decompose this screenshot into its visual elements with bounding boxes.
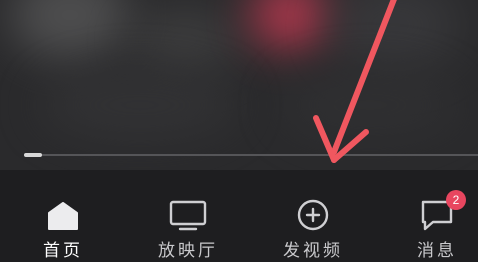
blurred-content bbox=[130, 10, 240, 70]
nav-label-home: 首页 bbox=[43, 241, 83, 261]
nav-label-cinema: 放映厅 bbox=[158, 241, 218, 261]
nav-item-home[interactable]: 首页 bbox=[18, 198, 108, 261]
blurred-content bbox=[280, 70, 460, 140]
bottom-navigation-bar: 首页 放映厅 发视频 2 消息 bbox=[0, 170, 478, 262]
nav-label-messages: 消息 bbox=[417, 241, 457, 261]
nav-item-post-video[interactable]: 发视频 bbox=[268, 198, 358, 261]
blurred-content bbox=[10, 0, 130, 60]
nav-item-cinema[interactable]: 放映厅 bbox=[143, 198, 233, 261]
unread-badge: 2 bbox=[446, 190, 466, 210]
blurred-content bbox=[330, 0, 460, 70]
blurred-content bbox=[40, 70, 240, 140]
nav-label-post-video: 发视频 bbox=[283, 241, 343, 261]
blurred-content bbox=[250, 0, 330, 50]
video-feed-area[interactable] bbox=[0, 0, 478, 170]
home-icon bbox=[18, 198, 108, 232]
message-icon: 2 bbox=[392, 190, 478, 232]
video-progress-fill bbox=[24, 153, 42, 157]
video-progress-bar[interactable] bbox=[24, 153, 478, 157]
tv-icon bbox=[143, 198, 233, 232]
plus-circle-icon bbox=[268, 198, 358, 232]
nav-item-messages[interactable]: 2 消息 bbox=[392, 190, 478, 261]
